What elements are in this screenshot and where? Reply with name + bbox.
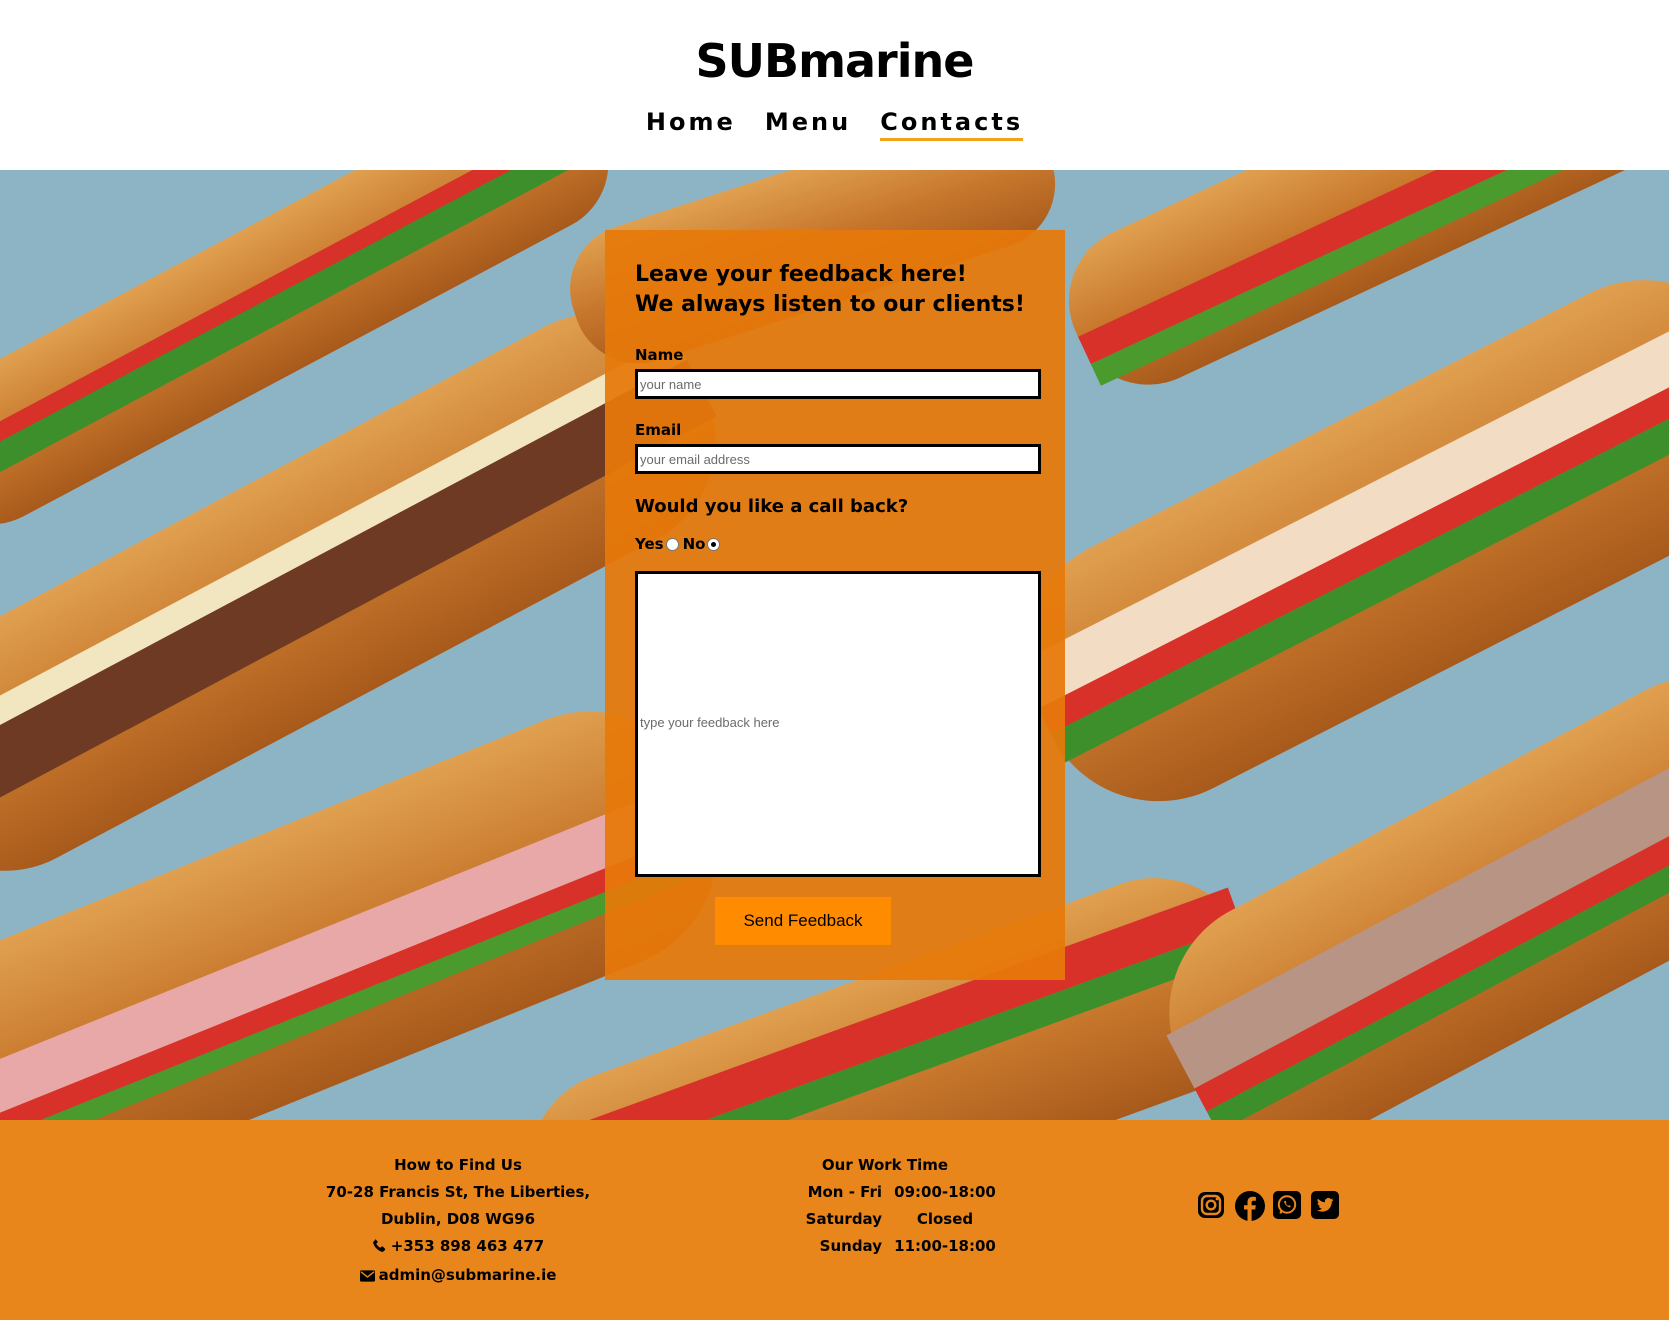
feedback-title-line1: Leave your feedback here! [635, 262, 967, 287]
envelope-icon [359, 1264, 375, 1291]
feedback-form-panel: Leave your feedback here! We always list… [605, 230, 1065, 980]
yes-label: Yes [635, 535, 664, 553]
email-address: admin@submarine.ie [378, 1266, 557, 1284]
hours-time: 11:00-18:00 [894, 1237, 996, 1255]
yes-radio[interactable] [665, 537, 679, 551]
hours-row: Sunday 11:00-18:00 [730, 1233, 1040, 1260]
address-line2: Dublin, D08 WG96 [380, 1210, 536, 1228]
feedback-title: Leave your feedback here! We always list… [635, 260, 1041, 320]
email-label: Email [635, 421, 682, 439]
nav-home[interactable]: Home [646, 108, 736, 138]
find-us-section: How to Find Us 70-28 Francis St, The Lib… [318, 1152, 598, 1291]
no-radio[interactable] [707, 537, 721, 551]
email-row[interactable]: admin@submarine.ie [318, 1262, 598, 1291]
social-links [1196, 1190, 1342, 1222]
find-us-heading: How to Find Us [394, 1156, 522, 1174]
hours-row: Saturday Closed [730, 1206, 1040, 1233]
main-nav: Home Menu Contacts [0, 108, 1669, 141]
nav-contacts[interactable]: Contacts [880, 108, 1024, 141]
hours-row: Mon - Fri 09:00-18:00 [730, 1179, 1040, 1206]
whatsapp-icon[interactable] [1272, 1190, 1304, 1222]
name-label: Name [635, 346, 684, 364]
name-input[interactable] [635, 369, 1041, 399]
hours-day: Mon - Fri [807, 1183, 882, 1201]
nav-menu[interactable]: Menu [765, 108, 851, 138]
send-feedback-button[interactable]: Send Feedback [715, 897, 891, 945]
callback-radio-group: Yes No [635, 535, 1041, 553]
hours-time: 09:00-18:00 [894, 1183, 996, 1201]
hours-time: Closed [916, 1210, 974, 1228]
hours-day: Sunday [819, 1237, 882, 1255]
hours-day: Saturday [805, 1210, 882, 1228]
address-line1: 70-28 Francis St, The Liberties, [325, 1183, 591, 1201]
phone-row[interactable]: +353 898 463 477 [318, 1233, 598, 1262]
feedback-title-line2: We always listen to our clients! [635, 292, 1025, 317]
work-time-section: Our Work Time Mon - Fri 09:00-18:00 Satu… [730, 1152, 1040, 1260]
email-input[interactable] [635, 444, 1041, 474]
instagram-icon[interactable] [1196, 1190, 1228, 1222]
work-time-heading: Our Work Time [821, 1156, 949, 1174]
phone-icon [372, 1235, 387, 1262]
twitter-icon[interactable] [1310, 1190, 1342, 1222]
feedback-textarea[interactable] [635, 571, 1041, 877]
phone-number: +353 898 463 477 [390, 1237, 545, 1255]
no-label: No [682, 535, 706, 553]
site-footer: How to Find Us 70-28 Francis St, The Lib… [0, 1120, 1669, 1320]
facebook-icon[interactable] [1234, 1190, 1266, 1222]
site-logo[interactable]: SUBmarine [0, 34, 1669, 88]
site-header: SUBmarine Home Menu Contacts [0, 0, 1669, 170]
callback-question: Would you like a call back? [635, 496, 909, 517]
